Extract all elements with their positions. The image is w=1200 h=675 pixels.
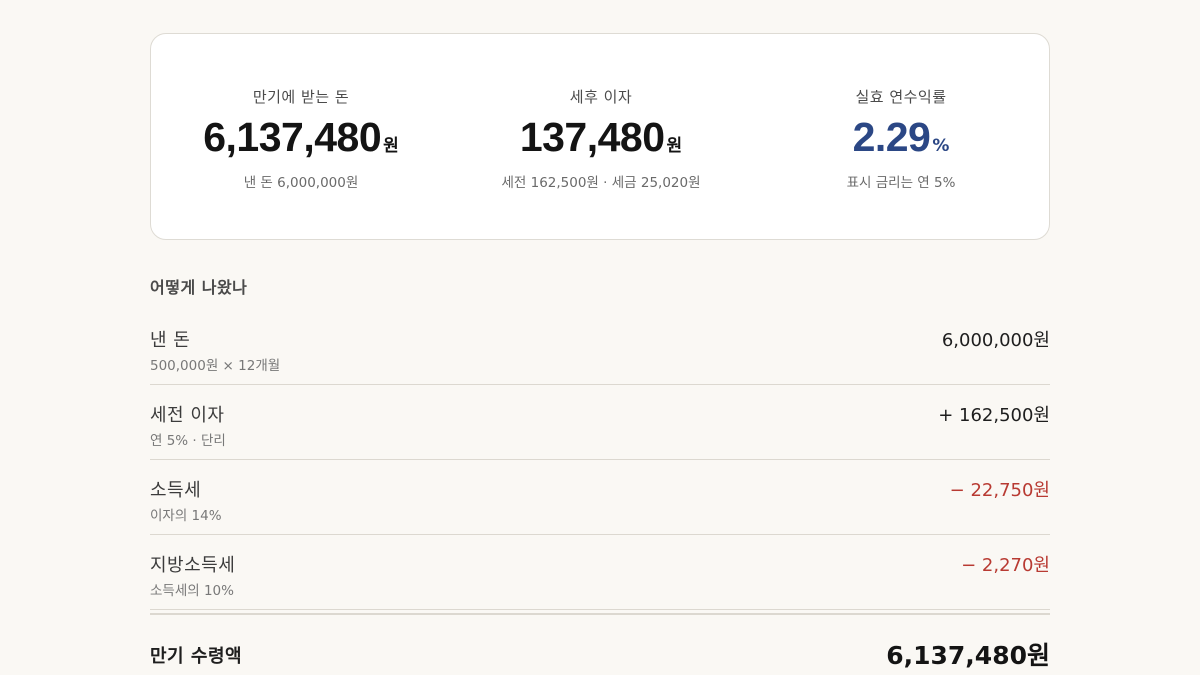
row-label: 지방소득세 — [150, 555, 236, 576]
effective-rate-unit: % — [932, 136, 950, 156]
effective-rate-value: 2.29% — [751, 114, 1051, 161]
row-amount: 6,000,000원 — [941, 330, 1050, 351]
row-label: 낸 돈 — [150, 330, 191, 351]
after-tax-interest-value: 137,480 원 — [451, 114, 751, 161]
maturity-amount-value: 6,137,480 원 — [151, 114, 451, 161]
after-tax-interest-label: 세후 이자 — [569, 88, 633, 106]
effective-rate-sub: 표시 금리는 연 5% — [846, 175, 956, 191]
breakdown-row-income-tax: 소득세 이자의 14% − 22,750원 — [150, 460, 1050, 535]
breakdown-row-pretax-interest: 세전 이자 연 5% · 단리 + 162,500원 — [150, 385, 1050, 460]
maturity-amount-unit: 원 — [383, 136, 399, 156]
breakdown-row-principal: 낸 돈 500,000원 × 12개월 6,000,000원 — [150, 310, 1050, 385]
effective-rate-label: 실효 연수익률 — [855, 88, 947, 106]
maturity-amount-sub: 낸 돈 6,000,000원 — [243, 175, 359, 191]
row-sub: 500,000원 × 12개월 — [150, 358, 281, 374]
breakdown-row-local-income-tax: 지방소득세 소득세의 10% − 2,270원 — [150, 535, 1050, 610]
after-tax-interest-unit: 원 — [666, 136, 683, 156]
effective-rate-number: 2.29 — [852, 114, 931, 160]
after-tax-interest-number: 137,480 — [519, 114, 665, 160]
row-sub: 연 5% · 단리 — [150, 433, 226, 449]
breakdown-title: 어떻게 나왔나 — [150, 278, 248, 297]
total-amount: 6,137,480원 — [886, 641, 1050, 670]
row-label: 소득세 — [150, 480, 202, 501]
total-divider — [150, 609, 1050, 615]
row-label: 세전 이자 — [150, 405, 225, 426]
after-tax-interest-sub: 세전 162,500원 · 세금 25,020원 — [501, 175, 701, 191]
row-sub: 이자의 14% — [150, 508, 222, 524]
breakdown-list: 낸 돈 500,000원 × 12개월 6,000,000원 세전 이자 연 5… — [150, 310, 1050, 610]
maturity-amount-label: 만기에 받는 돈 — [252, 88, 350, 106]
summary-card: 만기에 받는 돈 6,137,480 원 낸 돈 6,000,000원 세후 이자… — [150, 33, 1050, 240]
maturity-amount-number: 6,137,480 — [203, 114, 382, 160]
row-amount: − 22,750원 — [949, 480, 1050, 501]
row-amount: − 2,270원 — [961, 555, 1050, 576]
row-sub: 소득세의 10% — [150, 583, 234, 599]
total-label: 만기 수령액 — [150, 646, 243, 667]
row-amount: + 162,500원 — [938, 405, 1050, 426]
